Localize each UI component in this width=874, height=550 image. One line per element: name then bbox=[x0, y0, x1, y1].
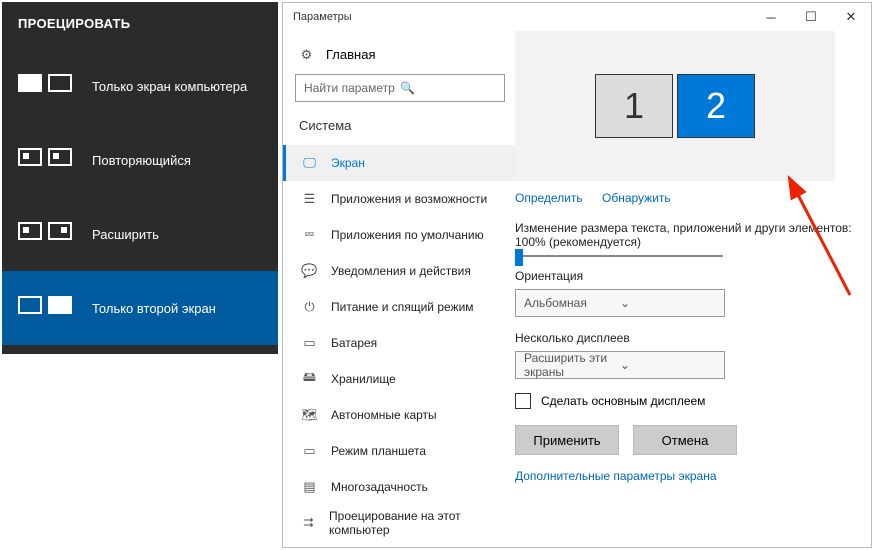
display-icon: 🖵 bbox=[302, 156, 317, 171]
search-input[interactable]: Найти параметр 🔍 bbox=[295, 74, 505, 102]
nav-label: Автономные карты bbox=[331, 408, 437, 422]
tablet-icon: ▭ bbox=[302, 444, 317, 459]
project-option-second-only[interactable]: Только второй экран bbox=[2, 271, 278, 345]
storage-icon: 🖴 bbox=[302, 372, 317, 387]
project-icon: ⮆ bbox=[302, 516, 315, 531]
nav-label: Режим планшета bbox=[331, 444, 426, 458]
second-screen-only-icon bbox=[18, 292, 74, 324]
display-monitor-1[interactable]: 1 bbox=[595, 74, 673, 138]
apps-icon: ☰ bbox=[302, 192, 317, 207]
project-option-label: Повторяющийся bbox=[92, 153, 191, 168]
orientation-label: Ориентация bbox=[515, 269, 861, 283]
detect-link[interactable]: Обнаружить bbox=[602, 191, 671, 205]
nav-default-apps[interactable]: ⮹ Приложения по умолчанию bbox=[283, 217, 515, 253]
chevron-down-icon: ⌄ bbox=[620, 358, 716, 372]
project-option-pc-only[interactable]: Только экран компьютера bbox=[2, 49, 278, 123]
notifications-icon: 💬 bbox=[302, 264, 317, 279]
nav-label: Питание и спящий режим bbox=[331, 300, 474, 314]
extend-icon bbox=[18, 218, 74, 250]
nav-label: Батарея bbox=[331, 336, 377, 350]
display-links: Определить Обнаружить bbox=[515, 191, 861, 217]
titlebar: Параметры ─ ☐ ✕ bbox=[283, 3, 871, 31]
multitask-icon: ▤ bbox=[302, 480, 317, 495]
display-monitor-2[interactable]: 2 bbox=[677, 74, 755, 138]
nav-storage[interactable]: 🖴 Хранилище bbox=[283, 361, 515, 397]
home-button[interactable]: ⚙ Главная bbox=[283, 41, 515, 74]
multiple-displays-label: Несколько дисплеев bbox=[515, 331, 861, 345]
nav-label: Проецирование на этот компьютер bbox=[329, 509, 499, 537]
duplicate-icon bbox=[18, 144, 74, 176]
minimize-button[interactable]: ─ bbox=[751, 3, 791, 31]
orientation-select[interactable]: Альбомная ⌄ bbox=[515, 289, 725, 317]
project-option-extend[interactable]: Расширить bbox=[2, 197, 278, 271]
nav-label: Уведомления и действия bbox=[331, 264, 471, 278]
multiple-displays-select[interactable]: Расширить эти экраны ⌄ bbox=[515, 351, 725, 379]
settings-sidebar: ⚙ Главная Найти параметр 🔍 Система 🖵 Экра… bbox=[283, 31, 515, 547]
nav-multitasking[interactable]: ▤ Многозадачность bbox=[283, 469, 515, 505]
nav-label: Приложения по умолчанию bbox=[331, 228, 484, 242]
nav-display[interactable]: 🖵 Экран bbox=[283, 145, 515, 181]
gear-icon: ⚙ bbox=[299, 47, 314, 62]
maximize-button[interactable]: ☐ bbox=[791, 3, 831, 31]
nav-offline-maps[interactable]: 🗺 Автономные карты bbox=[283, 397, 515, 433]
cancel-button[interactable]: Отмена bbox=[633, 425, 737, 455]
nav-label: Приложения и возможности bbox=[331, 192, 487, 206]
display-arrangement[interactable]: 1 2 bbox=[515, 31, 835, 181]
scale-label: Изменение размера текста, приложений и д… bbox=[515, 221, 861, 249]
category-title: Система bbox=[283, 112, 515, 145]
nav-power-sleep[interactable]: ⏻ Питание и спящий режим bbox=[283, 289, 515, 325]
checkbox-box bbox=[515, 393, 531, 409]
project-option-label: Расширить bbox=[92, 227, 159, 242]
checkbox-label: Сделать основным дисплеем bbox=[541, 394, 705, 408]
window-title: Параметры bbox=[293, 11, 352, 23]
nav-label: Хранилище bbox=[331, 372, 396, 386]
search-icon: 🔍 bbox=[400, 81, 496, 95]
project-option-label: Только второй экран bbox=[92, 301, 216, 316]
apply-button[interactable]: Применить bbox=[515, 425, 619, 455]
default-apps-icon: ⮹ bbox=[302, 228, 317, 243]
nav-label: Экран bbox=[331, 156, 365, 170]
power-icon: ⏻ bbox=[302, 300, 317, 315]
advanced-display-link[interactable]: Дополнительные параметры экрана bbox=[515, 469, 861, 483]
nav-apps-features[interactable]: ☰ Приложения и возможности bbox=[283, 181, 515, 217]
scale-slider[interactable] bbox=[515, 255, 861, 257]
nav-battery[interactable]: ▭ Батарея bbox=[283, 325, 515, 361]
identify-link[interactable]: Определить bbox=[515, 191, 583, 205]
battery-icon: ▭ bbox=[302, 336, 317, 351]
pc-screen-only-icon bbox=[18, 70, 74, 102]
slider-thumb[interactable] bbox=[515, 249, 523, 266]
close-button[interactable]: ✕ bbox=[831, 3, 871, 31]
nav-label: Многозадачность bbox=[331, 480, 428, 494]
settings-window: Параметры ─ ☐ ✕ ⚙ Главная Найти параметр… bbox=[282, 2, 872, 548]
project-option-duplicate[interactable]: Повторяющийся bbox=[2, 123, 278, 197]
orientation-value: Альбомная bbox=[524, 296, 620, 310]
multiple-displays-value: Расширить эти экраны bbox=[524, 351, 620, 379]
chevron-down-icon: ⌄ bbox=[620, 296, 716, 310]
nav-projecting[interactable]: ⮆ Проецирование на этот компьютер bbox=[283, 505, 515, 541]
search-placeholder: Найти параметр bbox=[304, 81, 400, 95]
project-option-label: Только экран компьютера bbox=[92, 79, 247, 94]
nav-tablet-mode[interactable]: ▭ Режим планшета bbox=[283, 433, 515, 469]
home-label: Главная bbox=[326, 47, 375, 62]
nav-notifications[interactable]: 💬 Уведомления и действия bbox=[283, 253, 515, 289]
maps-icon: 🗺 bbox=[302, 408, 317, 423]
project-panel-title: ПРОЕЦИРОВАТЬ bbox=[2, 2, 278, 49]
settings-main: 1 2 Определить Обнаружить Изменение разм… bbox=[515, 31, 871, 547]
project-panel: ПРОЕЦИРОВАТЬ Только экран компьютера Пов… bbox=[2, 2, 278, 354]
make-main-checkbox[interactable]: Сделать основным дисплеем bbox=[515, 393, 861, 409]
